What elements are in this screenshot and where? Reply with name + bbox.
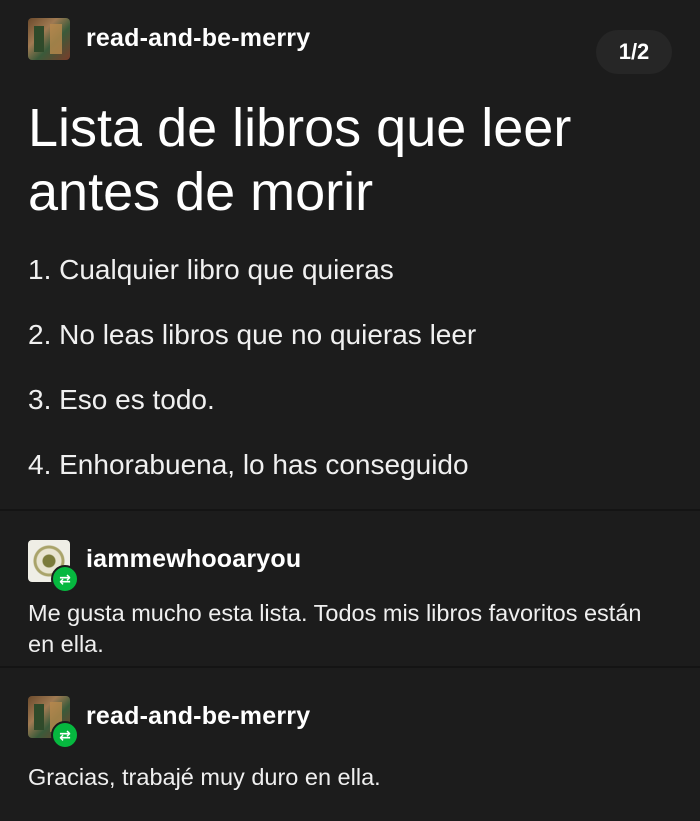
book-list: 1. Cualquier libro que quieras 2. No lea… — [28, 248, 476, 508]
list-item: 4. Enhorabuena, lo has conseguido — [28, 449, 469, 480]
tumblr-post: read-and-be-merry 1/2 Lista de libros qu… — [0, 0, 700, 821]
list-item: 2. No leas libros que no quieras leer — [28, 319, 477, 350]
post-title: Lista de libros que leer antes de morir — [28, 98, 572, 222]
divider — [0, 666, 700, 668]
reblog-username[interactable]: read-and-be-merry — [86, 702, 310, 731]
page-counter: 1/2 — [596, 30, 672, 74]
list-item: 3. Eso es todo. — [28, 384, 215, 415]
reblog-username[interactable]: iammewhooaryou — [86, 545, 301, 574]
reblog-comment: Me gusta mucho esta lista. Todos mis lib… — [28, 600, 642, 657]
reblog-icon: ⇄ — [51, 721, 79, 749]
author-username[interactable]: read-and-be-merry — [86, 24, 310, 53]
divider — [0, 509, 700, 511]
author-avatar[interactable] — [28, 18, 70, 60]
list-item: 1. Cualquier libro que quieras — [28, 254, 394, 285]
reblog-icon: ⇄ — [51, 565, 79, 593]
reblog-comment: Gracias, trabajé muy duro en ella. — [28, 764, 381, 790]
